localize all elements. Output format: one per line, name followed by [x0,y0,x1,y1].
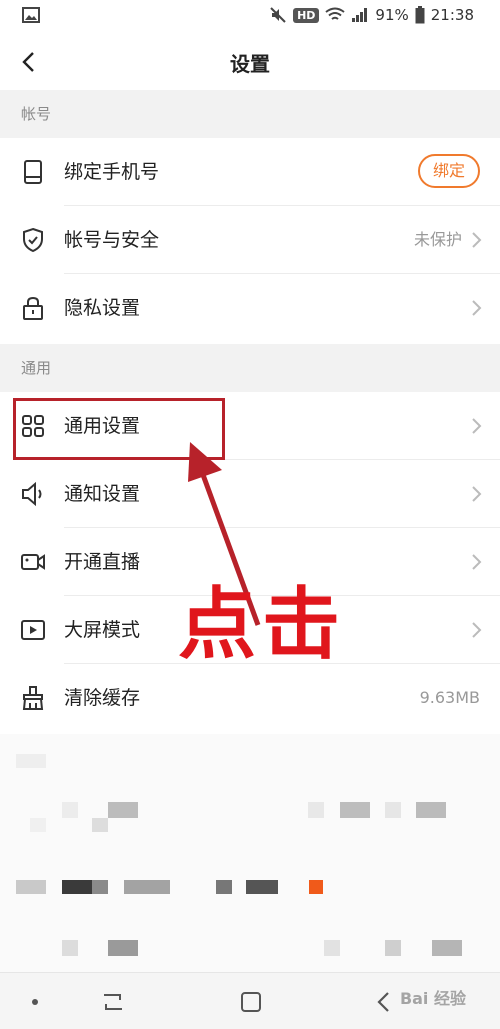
phone-icon [24,160,42,184]
row-label: 大屏模式 [64,619,141,641]
pixel-block [62,802,78,818]
chevron-right-icon [472,486,482,502]
pixel-block [340,802,370,818]
row-label: 隐私设置 [64,297,141,319]
row-label: 绑定手机号 [64,161,160,183]
page-title: 设置 [230,52,270,76]
pixel-block [416,802,446,818]
pixel-block [62,940,78,956]
pixel-block [92,880,108,894]
broom-icon [22,686,44,710]
chevron-right-icon [472,300,482,316]
lock-icon [23,296,43,320]
pixel-block [124,880,170,894]
row-bind-phone[interactable]: 绑定手机号 绑定 [0,138,500,206]
status-bar: HD 91% 21:38 [0,0,500,34]
row-clear-cache[interactable]: 清除缓存 9.63MB [0,664,500,732]
home-icon[interactable] [238,989,264,1015]
pixel-block [385,802,401,818]
watermark: Bai 经验 [399,989,466,1008]
shield-icon [23,227,43,253]
bind-button[interactable]: 绑定 [418,154,480,188]
mute-icon [270,7,286,23]
chevron-right-icon [472,622,482,638]
pixel-block [62,880,92,894]
speaker-icon [22,481,42,507]
pixel-block [16,754,46,768]
chevron-right-icon [472,418,482,434]
section-header-account: 帐号 [0,90,500,138]
pixel-block [108,940,138,956]
wifi-icon [325,7,346,20]
chevron-right-icon [472,232,482,248]
battery-percent: 91% [375,6,409,24]
signal-icon [352,8,368,22]
chevron-right-icon [472,554,482,570]
back-nav-icon[interactable] [372,989,398,1015]
play-screen-icon [21,620,45,640]
battery-icon [415,6,425,24]
pixel-block [324,940,340,956]
row-label: 帐号与安全 [64,229,160,251]
video-camera-icon [21,554,45,570]
pixel-block [108,802,138,818]
pixel-block [246,880,278,894]
row-label: 通知设置 [64,483,141,505]
clock: 21:38 [430,6,474,24]
cache-size-value: 9.63MB [419,688,480,707]
annotation-text: 点击 [178,580,347,670]
nav-bar: 设置 [0,34,500,90]
pixel-block [309,880,323,894]
dot-icon[interactable] [22,989,48,1015]
pixel-block [308,802,324,818]
row-account-security[interactable]: 帐号与安全 未保护 [0,206,500,274]
pixel-block [16,880,46,894]
row-label: 开通直播 [64,551,141,573]
pixel-block [30,818,46,832]
pixel-block [432,940,462,956]
pixel-block [92,818,108,832]
pixel-block [385,940,401,956]
row-label: 清除缓存 [64,687,141,709]
pixelated-content [0,734,500,972]
gallery-notification-icon [22,7,40,23]
row-value: 未保护 [413,230,462,249]
row-privacy-settings[interactable]: 隐私设置 [0,274,500,342]
section-header-general: 通用 [0,344,500,392]
pixel-block [216,880,232,894]
hd-badge: HD [293,7,320,23]
recent-apps-icon[interactable] [100,989,126,1015]
